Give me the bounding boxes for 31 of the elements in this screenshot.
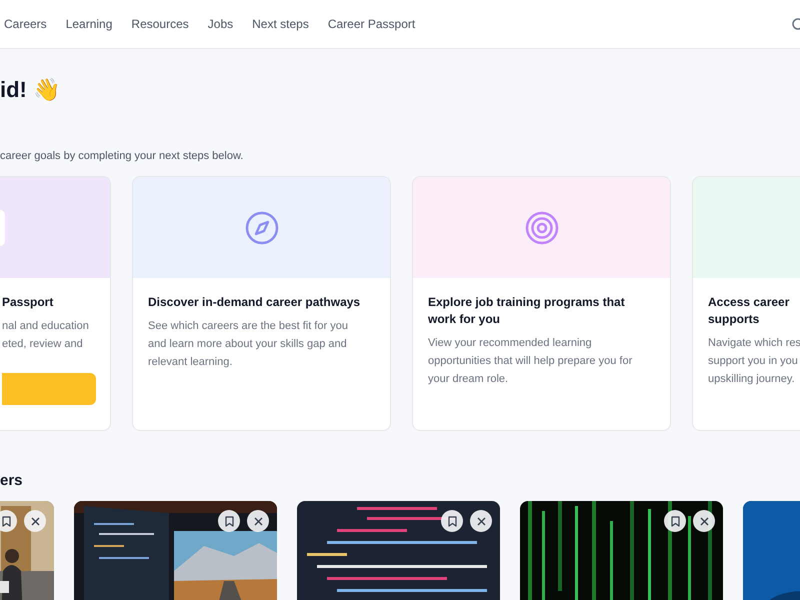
card-title: Discover in-demand career pathways: [148, 294, 362, 311]
card-description: View your recommended learning opportunities that will help prepare you for your dream role.: [428, 336, 634, 387]
card-description: eted, review and: [2, 337, 84, 352]
nav-link[interactable]: Jobs: [208, 17, 234, 31]
nav-link[interactable]: Resources: [131, 17, 189, 31]
card-title: Access career: [708, 294, 790, 311]
close-icon: [30, 516, 40, 526]
card-description: support you in you: [708, 354, 799, 369]
card-title: Explore job training programs that work for you: [428, 294, 626, 328]
target-icon: [524, 210, 560, 246]
bookmark-icon: [446, 516, 458, 526]
section-heading: ers: [0, 472, 24, 490]
nav-link[interactable]: Next steps: [252, 17, 309, 31]
bookmark-icon: [670, 516, 680, 526]
card-description: See which careers are the best fit for you and learn more about your skills gap and relevant learning.: [148, 319, 349, 370]
close-icon: [698, 516, 710, 526]
bookmark-icon: [0, 516, 12, 526]
subtitle-text: career goals by completing your next steps below.: [0, 149, 244, 163]
compass-icon: [244, 210, 280, 246]
nav-link[interactable]: Career Passport: [328, 17, 416, 31]
panel-icon: [0, 210, 5, 246]
card-title: supports: [708, 311, 760, 328]
card-title: Passport: [2, 294, 54, 311]
nav-link[interactable]: Careers: [4, 17, 47, 31]
close-icon: [476, 516, 486, 526]
bookmark-icon: [224, 516, 234, 526]
close-icon: [252, 516, 264, 526]
nav-link[interactable]: Learning: [66, 17, 112, 31]
greeting-heading: id! 👋: [0, 77, 61, 103]
card-description: upskilling journey.: [708, 372, 796, 387]
card-description: nal and education: [2, 319, 86, 334]
